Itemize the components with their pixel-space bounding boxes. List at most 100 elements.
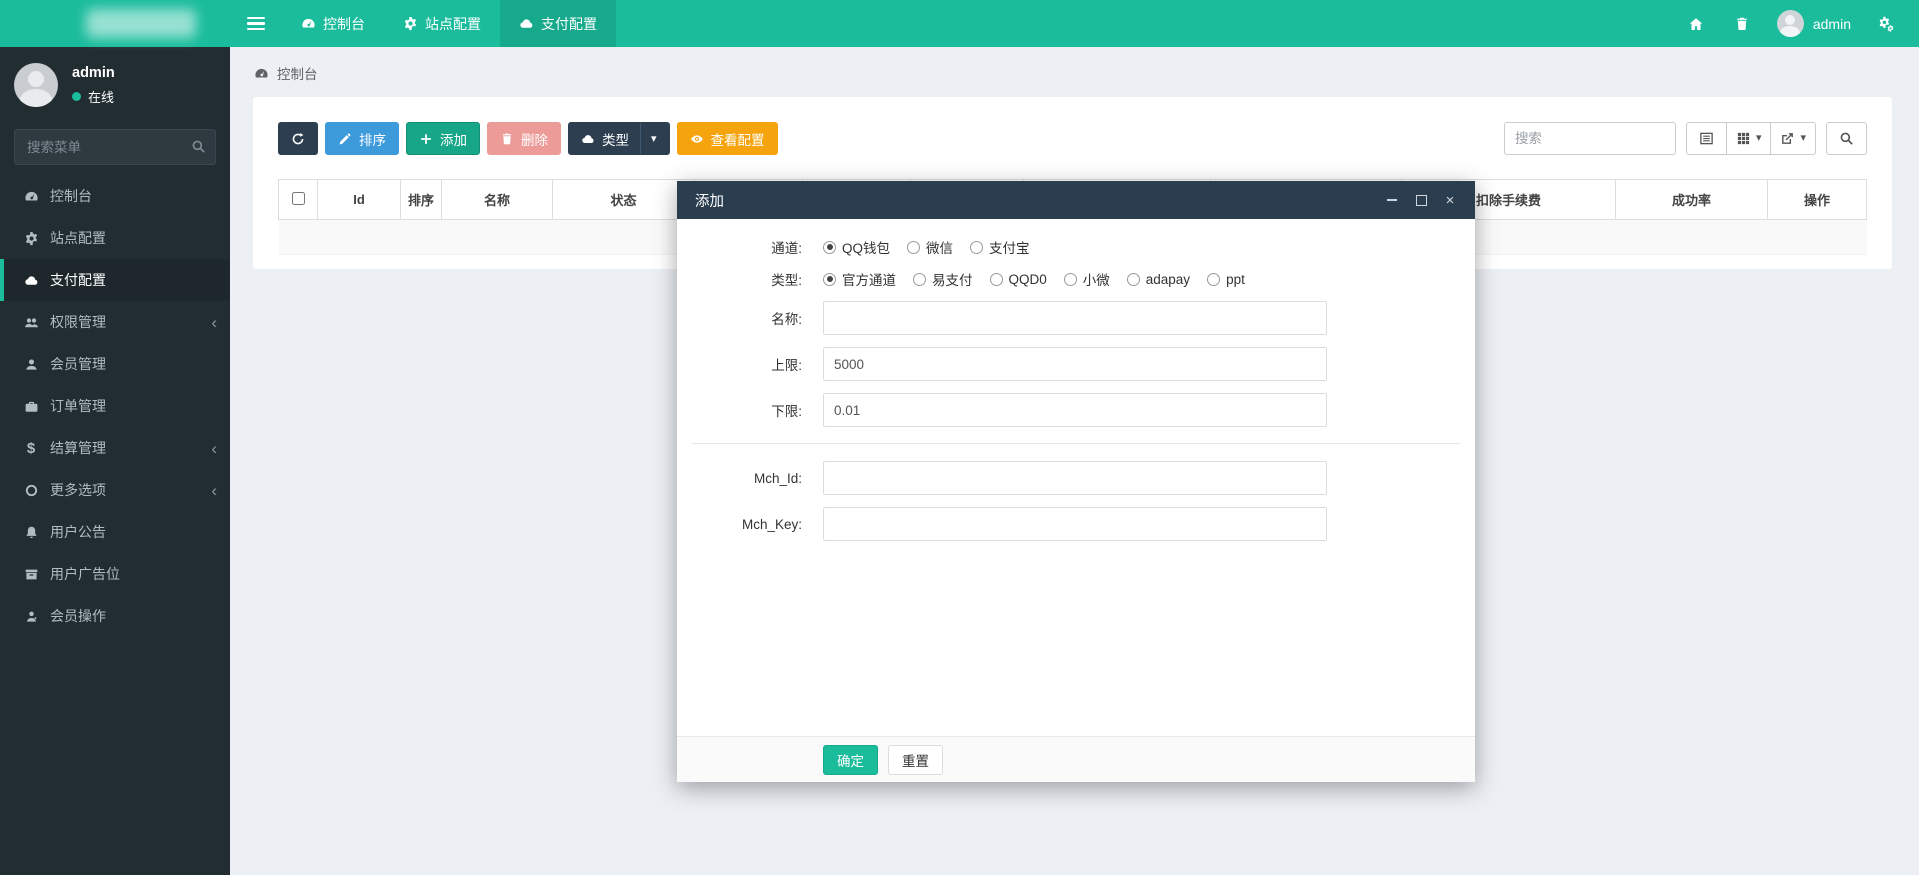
app: 控制台 站点配置 支付配置 admin admin 在线 搜索菜单 控制台 站点…: [0, 0, 1919, 875]
col-status[interactable]: 状态: [552, 179, 695, 220]
columns-button[interactable]: ▾: [1725, 122, 1772, 155]
radio-label: 官方通道: [842, 273, 896, 288]
sidebar-item-more-options[interactable]: 更多选项 ‹: [0, 469, 230, 511]
sidebar: admin 在线 控制台 站点配置 支付配置 权限管理 ‹ 会员管理 订单管理 $…: [0, 47, 230, 875]
grid-icon: [1737, 132, 1750, 145]
button-label: 排序: [359, 132, 386, 148]
menu-label: 用户公告: [50, 524, 106, 540]
mch-id-input[interactable]: [823, 461, 1327, 495]
mch-key-input[interactable]: [823, 507, 1327, 541]
sidebar-item-user-ads[interactable]: 用户广告位: [0, 553, 230, 595]
dialog-footer: 确定 重置: [677, 736, 1475, 782]
tab-site-config[interactable]: 站点配置: [384, 0, 500, 47]
tab-label: 支付配置: [541, 15, 597, 32]
table-search-input[interactable]: [1503, 122, 1676, 155]
sidebar-item-settlement[interactable]: $ 结算管理 ‹: [0, 427, 230, 469]
trash-button[interactable]: [1723, 0, 1761, 47]
sidebar-toggle-button[interactable]: [230, 0, 282, 47]
caret-down-icon[interactable]: ▾: [640, 123, 657, 154]
col-sort[interactable]: 排序: [400, 179, 442, 220]
sort-button[interactable]: 排序: [325, 122, 399, 155]
sidebar-item-permissions[interactable]: 权限管理 ‹: [0, 301, 230, 343]
radio-label: 易支付: [932, 273, 973, 288]
delete-button[interactable]: 删除: [487, 122, 561, 155]
upper-limit-input[interactable]: [823, 347, 1327, 381]
logo-image: [86, 9, 196, 38]
button-label: 添加: [440, 132, 467, 148]
menu-search-input[interactable]: [14, 129, 216, 165]
radio-adapay[interactable]: adapay: [1126, 271, 1191, 287]
radio-official[interactable]: 官方通道: [823, 269, 896, 289]
sidebar-item-members[interactable]: 会员管理: [0, 343, 230, 385]
radio-input[interactable]: [1126, 272, 1140, 286]
radio-alipay[interactable]: 支付宝: [970, 237, 1030, 257]
sidebar-menu: 控制台 站点配置 支付配置 权限管理 ‹ 会员管理 订单管理 $ 结算管理 ‹ 更多选…: [0, 175, 230, 637]
upper-limit-label: 上限:: [771, 358, 802, 373]
add-button[interactable]: 添加: [406, 122, 480, 155]
select-all-header: [278, 179, 318, 220]
close-icon[interactable]: ×: [1443, 193, 1457, 208]
tab-payment-config[interactable]: 支付配置: [500, 0, 616, 47]
hamburger-icon: [247, 17, 265, 30]
dollar-icon: $: [26, 439, 36, 457]
radio-input[interactable]: [989, 272, 1003, 286]
radio-qq-wallet[interactable]: QQ钱包: [823, 237, 890, 257]
brand-logo[interactable]: [0, 0, 230, 47]
radio-input[interactable]: [823, 272, 836, 286]
col-actions[interactable]: 操作: [1767, 179, 1867, 220]
sidebar-item-orders[interactable]: 订单管理: [0, 385, 230, 427]
mch-key-label: Mch_Key:: [741, 516, 802, 532]
radio-input[interactable]: [907, 240, 921, 254]
dialog-header[interactable]: 添加 ×: [677, 181, 1475, 219]
sidebar-item-dashboard[interactable]: 控制台: [0, 175, 230, 217]
settings-button[interactable]: [1867, 0, 1905, 47]
sidebar-item-payment-config[interactable]: 支付配置: [0, 259, 230, 301]
radio-ppt[interactable]: ppt: [1207, 272, 1245, 287]
col-name[interactable]: 名称: [441, 179, 553, 220]
type-dropdown-button[interactable]: 类型 ▾: [568, 122, 670, 155]
radio-input[interactable]: [913, 272, 926, 286]
radio-input[interactable]: [1063, 272, 1077, 286]
radio-input[interactable]: [970, 240, 984, 254]
radio-input[interactable]: [1207, 272, 1221, 286]
reset-button[interactable]: 重置: [888, 744, 943, 775]
form-divider: [692, 443, 1460, 444]
sidebar-item-user-notice[interactable]: 用户公告: [0, 511, 230, 553]
radio-qqd0[interactable]: QQD0: [989, 272, 1047, 287]
home-button[interactable]: [1677, 0, 1715, 47]
user-menu[interactable]: admin: [1769, 10, 1859, 37]
radio-input[interactable]: [823, 240, 836, 254]
search-icon[interactable]: [191, 139, 206, 154]
cloud-icon: [520, 19, 533, 28]
type-label: 类型:: [771, 273, 802, 288]
toolbar: 排序 添加 删除 类型 ▾ 查看配置 ▾ ▾: [278, 122, 1867, 155]
detail-view-button[interactable]: [1685, 122, 1727, 155]
maximize-icon[interactable]: [1414, 193, 1428, 207]
lower-limit-input[interactable]: [823, 393, 1327, 427]
dialog-title: 添加: [695, 193, 724, 210]
name-input[interactable]: [823, 301, 1327, 335]
tab-dashboard[interactable]: 控制台: [282, 0, 384, 47]
view-config-button[interactable]: 查看配置: [676, 122, 778, 155]
refresh-button[interactable]: [278, 122, 318, 155]
tab-label: 控制台: [323, 15, 365, 32]
pencil-icon: [339, 132, 351, 144]
radio-wechat[interactable]: 微信: [907, 237, 953, 257]
minimize-icon[interactable]: [1385, 193, 1399, 207]
radio-xiaowei[interactable]: 小微: [1063, 269, 1110, 289]
radio-label: adapay: [1145, 271, 1191, 287]
search-button[interactable]: [1826, 122, 1867, 155]
archive-icon: [22, 567, 40, 582]
sidebar-item-member-ops[interactable]: 会员操作: [0, 595, 230, 637]
col-id[interactable]: Id: [317, 179, 401, 220]
status-label: 在线: [88, 89, 115, 105]
radio-yipay[interactable]: 易支付: [913, 269, 973, 289]
sidebar-item-site-config[interactable]: 站点配置: [0, 217, 230, 259]
view-button-group: ▾ ▾: [1685, 122, 1816, 155]
select-all-checkbox[interactable]: [291, 191, 305, 205]
gear-icon: [404, 16, 417, 31]
export-button[interactable]: ▾: [1770, 122, 1816, 155]
col-success-rate[interactable]: 成功率: [1615, 179, 1768, 220]
menu-label: 用户广告位: [50, 566, 120, 582]
confirm-button[interactable]: 确定: [823, 744, 878, 775]
